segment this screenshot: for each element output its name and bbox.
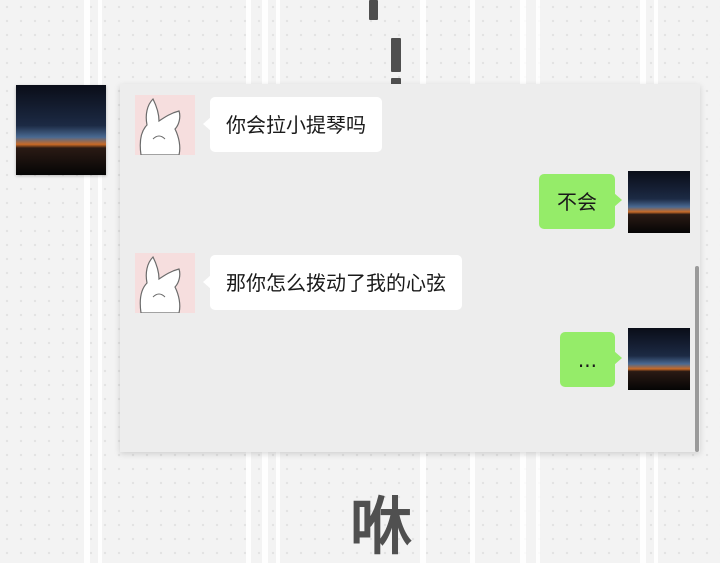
message-text: 你会拉小提琴吗 (226, 113, 366, 137)
user-avatar[interactable] (628, 328, 690, 390)
message-text: 不会 (557, 190, 597, 214)
message-bubble-sent[interactable]: 不会 (539, 174, 622, 229)
message-bubble-received[interactable]: 你会拉小提琴吗 (203, 97, 382, 152)
message-text: ... (577, 348, 597, 372)
horizon-sky-icon (628, 328, 690, 390)
horizon-sky-icon (628, 171, 690, 233)
message-bubble-sent[interactable]: ... (559, 332, 623, 387)
contact-avatar[interactable] (135, 253, 195, 314)
bunny-sketch-icon (135, 95, 195, 156)
scrollbar[interactable] (695, 266, 699, 452)
user-avatar[interactable] (628, 171, 690, 233)
message-bubble-received[interactable]: 那你怎么拨动了我的心弦 (203, 255, 462, 310)
sound-effect-text: 咻 (350, 490, 412, 563)
message-text: 那你怎么拨动了我的心弦 (226, 271, 446, 295)
emphasis-mark (369, 0, 378, 20)
bunny-sketch-icon (135, 253, 195, 314)
contact-avatar[interactable] (135, 95, 195, 156)
exclamation-mark-bar (391, 38, 401, 72)
profile-avatar (16, 85, 106, 175)
horizon-sky-icon (16, 85, 106, 175)
